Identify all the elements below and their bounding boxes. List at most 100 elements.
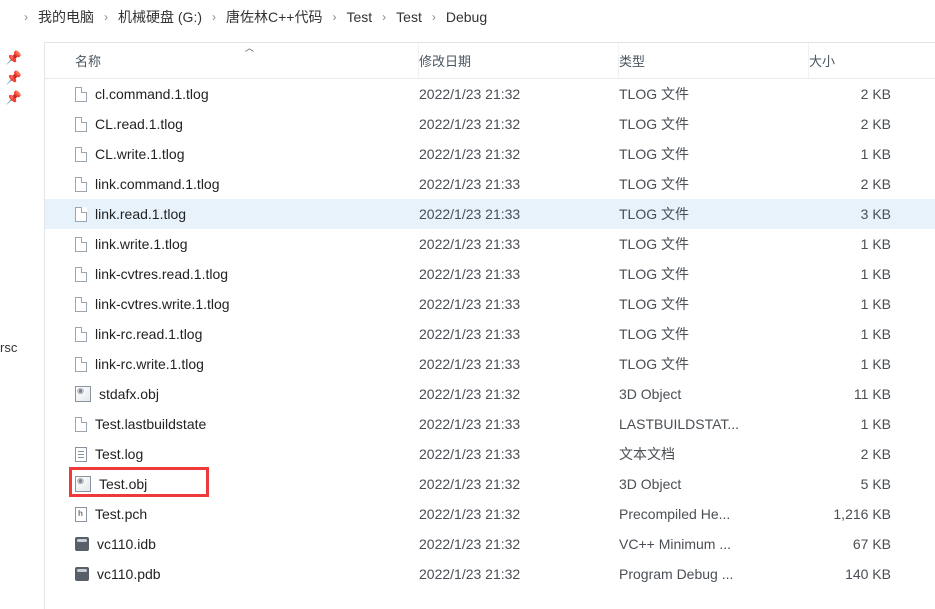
file-name-label: link-rc.read.1.tlog (95, 326, 202, 342)
file-type-icon (75, 447, 87, 462)
breadcrumb-item[interactable]: Test (392, 7, 426, 27)
file-row[interactable]: link.command.1.tlog 2022/1/23 21:33TLOG 文… (45, 169, 935, 199)
file-type-cell: TLOG 文件 (619, 294, 809, 314)
file-row[interactable]: link-cvtres.read.1.tlog2022/1/23 21:33TL… (45, 259, 935, 289)
column-header-name[interactable]: 名称 (45, 43, 419, 78)
breadcrumb-item[interactable]: 唐佐林C++代码 (222, 5, 326, 29)
file-type-cell: 3D Object (619, 476, 809, 492)
file-name-cell: link-rc.write.1.tlog (45, 356, 419, 372)
file-date-cell: 2022/1/23 21:32 (419, 536, 619, 552)
file-row[interactable]: Test.log2022/1/23 21:33文本文档2 KB (45, 439, 935, 469)
breadcrumb-item[interactable]: Test (342, 7, 376, 27)
file-size-cell: 1 KB (809, 416, 919, 432)
file-row[interactable]: Test.lastbuildstate2022/1/23 21:33LASTBU… (45, 409, 935, 439)
file-row[interactable]: CL.read.1.tlog2022/1/23 21:32TLOG 文件2 KB (45, 109, 935, 139)
file-size-cell: 5 KB (809, 476, 919, 492)
breadcrumb: › 我的电脑 › 机械硬盘 (G:) › 唐佐林C++代码 › Test › T… (0, 0, 935, 36)
file-name-label: Test.pch (95, 506, 147, 522)
file-date-cell: 2022/1/23 21:33 (419, 416, 619, 432)
file-type-cell: Program Debug ... (619, 566, 809, 582)
file-size-cell: 1 KB (809, 326, 919, 342)
breadcrumb-item[interactable]: 机械硬盘 (G:) (114, 5, 206, 29)
file-name-cell: link-rc.read.1.tlog (45, 326, 419, 342)
file-rows: cl.command.1.tlog2022/1/23 21:32TLOG 文件2… (45, 79, 935, 589)
file-size-cell: 140 KB (809, 566, 919, 582)
file-size-cell: 1 KB (809, 266, 919, 282)
column-headers: ︿ 名称 修改日期 类型 大小 (45, 43, 935, 79)
file-date-cell: 2022/1/23 21:33 (419, 446, 619, 462)
file-name-label: link-cvtres.write.1.tlog (95, 296, 230, 312)
file-date-cell: 2022/1/23 21:33 (419, 176, 619, 192)
file-type-icon (75, 567, 89, 581)
file-type-cell: TLOG 文件 (619, 84, 809, 104)
file-row[interactable]: link.read.1.tlog2022/1/23 21:33TLOG 文件3 … (45, 199, 935, 229)
file-type-icon (75, 537, 89, 551)
file-type-cell: TLOG 文件 (619, 204, 809, 224)
file-row[interactable]: link-rc.read.1.tlog2022/1/23 21:33TLOG 文… (45, 319, 935, 349)
file-name-label: stdafx.obj (99, 386, 159, 402)
column-header-type[interactable]: 类型 (619, 43, 809, 78)
file-row[interactable]: link-rc.write.1.tlog2022/1/23 21:33TLOG … (45, 349, 935, 379)
file-row[interactable]: cl.command.1.tlog2022/1/23 21:32TLOG 文件2… (45, 79, 935, 109)
file-row[interactable]: stdafx.obj2022/1/23 21:323D Object11 KB (45, 379, 935, 409)
file-date-cell: 2022/1/23 21:32 (419, 506, 619, 522)
file-name-label: vc110.pdb (97, 566, 161, 582)
file-date-cell: 2022/1/23 21:33 (419, 236, 619, 252)
file-row[interactable]: Test.obj2022/1/23 21:323D Object5 KB (45, 469, 935, 499)
pin-icon: 📌 (6, 70, 22, 86)
file-type-cell: Precompiled He... (619, 506, 809, 522)
file-type-icon (75, 357, 87, 372)
file-size-cell: 1 KB (809, 236, 919, 252)
file-type-cell: 文本文档 (619, 444, 809, 464)
file-type-icon (75, 417, 87, 432)
breadcrumb-item[interactable]: Debug (442, 7, 491, 27)
file-type-icon (75, 476, 91, 492)
file-type-icon (75, 237, 87, 252)
file-type-cell: TLOG 文件 (619, 174, 809, 194)
file-row[interactable]: vc110.idb2022/1/23 21:32VC++ Minimum ...… (45, 529, 935, 559)
file-type-icon (75, 207, 87, 222)
file-type-icon (75, 327, 87, 342)
file-name-cell: Test.pch (45, 506, 419, 522)
file-size-cell: 1 KB (809, 356, 919, 372)
column-header-label: 修改日期 (419, 51, 471, 70)
file-type-cell: TLOG 文件 (619, 234, 809, 254)
file-name-label: cl.command.1.tlog (95, 86, 209, 102)
file-name-cell: Test.obj (45, 476, 419, 492)
file-type-cell: LASTBUILDSTAT... (619, 416, 809, 432)
file-name-cell: link-cvtres.read.1.tlog (45, 266, 419, 282)
file-row[interactable]: link.write.1.tlog2022/1/23 21:33TLOG 文件1… (45, 229, 935, 259)
file-name-cell: CL.read.1.tlog (45, 116, 419, 132)
file-size-cell: 2 KB (809, 116, 919, 132)
file-name-label: link.command.1.tlog (95, 176, 220, 192)
file-name-label: CL.read.1.tlog (95, 116, 183, 132)
file-date-cell: 2022/1/23 21:33 (419, 296, 619, 312)
file-type-icon (75, 87, 87, 102)
file-row[interactable]: vc110.pdb 2022/1/23 21:32Program Debug ..… (45, 559, 935, 589)
file-row[interactable]: link-cvtres.write.1.tlog 2022/1/23 21:33T… (45, 289, 935, 319)
file-type-cell: VC++ Minimum ... (619, 536, 809, 552)
file-list-panel: ︿ 名称 修改日期 类型 大小 cl.command.1.tlog 2022/1/… (44, 42, 935, 609)
quick-access-pins: 📌 📌 📌 (0, 50, 28, 106)
breadcrumb-item[interactable]: 我的电脑 (34, 5, 98, 29)
file-type-icon (75, 267, 87, 282)
file-row[interactable]: CL.write.1.tlog2022/1/23 21:32TLOG 文件1 K… (45, 139, 935, 169)
file-row[interactable]: Test.pch 2022/1/23 21:32Precompiled He...… (45, 499, 935, 529)
pin-icon: 📌 (6, 90, 22, 106)
chevron-right-icon: › (206, 10, 222, 24)
column-header-date[interactable]: 修改日期 (419, 43, 619, 78)
file-type-cell: TLOG 文件 (619, 114, 809, 134)
file-date-cell: 2022/1/23 21:32 (419, 476, 619, 492)
column-header-size[interactable]: 大小 (809, 43, 919, 78)
file-size-cell: 67 KB (809, 536, 919, 552)
chevron-right-icon: › (426, 10, 442, 24)
file-date-cell: 2022/1/23 21:32 (419, 566, 619, 582)
file-date-cell: 2022/1/23 21:32 (419, 86, 619, 102)
file-size-cell: 1 KB (809, 296, 919, 312)
file-name-label: CL.write.1.tlog (95, 146, 184, 162)
column-header-label: 类型 (619, 51, 645, 70)
file-name-cell: CL.write.1.tlog (45, 146, 419, 162)
column-header-label: 名称 (75, 51, 101, 70)
file-name-cell: Test.log (45, 446, 419, 462)
file-date-cell: 2022/1/23 21:32 (419, 146, 619, 162)
